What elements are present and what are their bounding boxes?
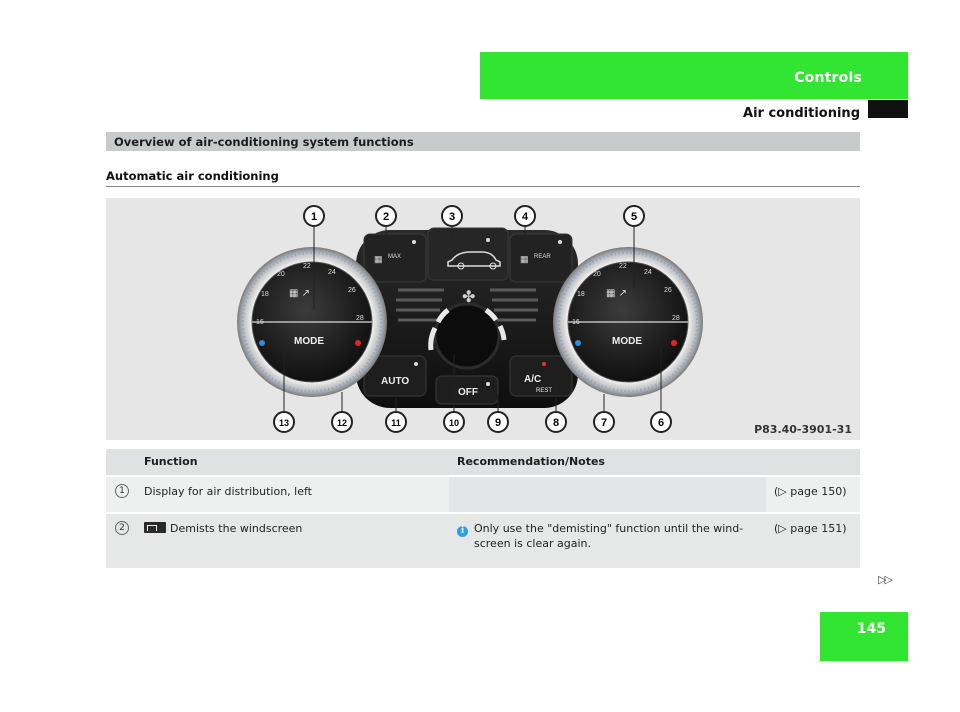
function-cell: Display for air distribution, left: [136, 475, 449, 513]
row-number: 2: [115, 521, 129, 535]
table-header-function: Function: [136, 449, 449, 476]
svg-text:▦: ▦: [520, 254, 529, 264]
svg-text:7: 7: [601, 417, 607, 429]
svg-text:26: 26: [348, 287, 356, 294]
callout-2: 2: [375, 205, 397, 227]
svg-text:16: 16: [572, 319, 580, 326]
row-number-cell: 1: [106, 475, 136, 513]
svg-text:OFF: OFF: [458, 387, 478, 398]
notes-line-2: screen is clear again.: [474, 537, 591, 550]
notes-cell: [449, 475, 766, 513]
svg-text:12: 12: [337, 418, 347, 428]
callout-1: 1: [303, 205, 325, 227]
callout-3: 3: [441, 205, 463, 227]
section-title: Overview of air-conditioning system func…: [114, 135, 414, 149]
callout-9: 9: [487, 411, 509, 433]
callout-10: 10: [443, 411, 465, 433]
svg-text:24: 24: [644, 269, 652, 276]
svg-text:▦: ▦: [374, 254, 383, 264]
callout-6: 6: [650, 411, 672, 433]
svg-text:28: 28: [672, 315, 680, 322]
continue-marker: ▷▷: [878, 573, 893, 586]
svg-text:11: 11: [391, 418, 401, 428]
recirculation-button: [427, 227, 509, 281]
heading: Automatic air conditioning: [106, 169, 279, 183]
table-header-row: Function Recommendation/Notes: [106, 449, 860, 476]
page-number-tab: 145: [820, 612, 908, 661]
svg-text:26: 26: [664, 287, 672, 294]
row-number-cell: 2: [106, 512, 136, 568]
page-ref-cell: (▷ page 151): [766, 512, 860, 568]
chapter-title: Controls: [794, 70, 862, 86]
svg-text:2: 2: [383, 211, 389, 223]
page-subtitle: Air conditioning: [743, 106, 860, 121]
svg-text:9: 9: [495, 417, 501, 429]
svg-text:▦ ↗: ▦ ↗: [606, 288, 627, 299]
svg-text:MAX: MAX: [388, 254, 401, 260]
climate-control-panel-figure: ▦ MAX ▦ REAR ✤ AUTO OFF A/C REST MODE ▦ …: [106, 198, 860, 440]
table-header-notes: Recommendation/Notes: [449, 449, 766, 476]
notes-cell: i Only use the "demisting" function until…: [449, 512, 766, 568]
svg-text:REAR: REAR: [534, 254, 551, 260]
svg-text:MODE: MODE: [294, 336, 324, 347]
callout-12: 12: [331, 411, 353, 433]
page-number: 145: [856, 621, 886, 637]
svg-text:6: 6: [658, 417, 664, 429]
table-header-page: [766, 449, 860, 476]
chapter-tab: Controls: [480, 52, 908, 99]
svg-text:AUTO: AUTO: [381, 376, 409, 387]
page-ref-cell: (▷ page 150): [766, 475, 860, 513]
callout-8: 8: [545, 411, 567, 433]
svg-text:REST: REST: [536, 388, 552, 394]
svg-text:18: 18: [261, 291, 269, 298]
callout-11: 11: [385, 411, 407, 433]
function-text: Demists the windscreen: [170, 522, 303, 535]
left-temperature-knob: MODE ▦ ↗ 16 18 20 22 24 26 28: [237, 247, 387, 397]
svg-text:5: 5: [631, 211, 637, 223]
svg-text:3: 3: [449, 211, 455, 223]
info-icon: i: [457, 526, 468, 537]
svg-text:A/C: A/C: [524, 374, 541, 385]
windscreen-demist-icon: [144, 522, 166, 533]
callout-5: 5: [623, 205, 645, 227]
callout-4: 4: [514, 205, 536, 227]
callout-7: 7: [593, 411, 615, 433]
svg-text:20: 20: [593, 271, 601, 278]
function-cell: Demists the windscreen: [136, 512, 449, 568]
right-temperature-knob: MODE ▦ ↗ 16 18 20 22 24 26 28: [553, 247, 703, 397]
function-table: Function Recommendation/Notes 1 Display …: [106, 449, 860, 568]
climate-panel-illustration: ▦ MAX ▦ REAR ✤ AUTO OFF A/C REST MODE ▦ …: [237, 205, 703, 433]
svg-text:8: 8: [553, 417, 559, 429]
svg-text:1: 1: [311, 211, 317, 223]
table-header-num: [106, 449, 136, 476]
notes-line-1: Only use the "demisting" function until …: [474, 522, 744, 535]
svg-text:4: 4: [522, 211, 529, 223]
svg-text:22: 22: [303, 263, 311, 270]
svg-text:18: 18: [577, 291, 585, 298]
table-row: 1 Display for air distribution, left (▷ …: [106, 475, 860, 513]
svg-text:▦ ↗: ▦ ↗: [289, 288, 310, 299]
svg-text:13: 13: [279, 418, 289, 428]
svg-text:22: 22: [619, 263, 627, 270]
svg-text:28: 28: [356, 315, 364, 322]
divider: [106, 186, 860, 187]
table-row: 2 Demists the windscreen i Only use the "…: [106, 512, 860, 568]
svg-text:24: 24: [328, 269, 336, 276]
row-number: 1: [115, 484, 129, 498]
svg-text:20: 20: [277, 271, 285, 278]
callout-13: 13: [273, 411, 295, 433]
svg-text:MODE: MODE: [612, 336, 642, 347]
figure-code: P83.40-3901-31: [754, 423, 852, 436]
section-title-bar: Overview of air-conditioning system func…: [106, 132, 860, 151]
svg-text:10: 10: [449, 418, 459, 428]
chapter-marker: [868, 100, 908, 118]
svg-text:16: 16: [256, 319, 264, 326]
